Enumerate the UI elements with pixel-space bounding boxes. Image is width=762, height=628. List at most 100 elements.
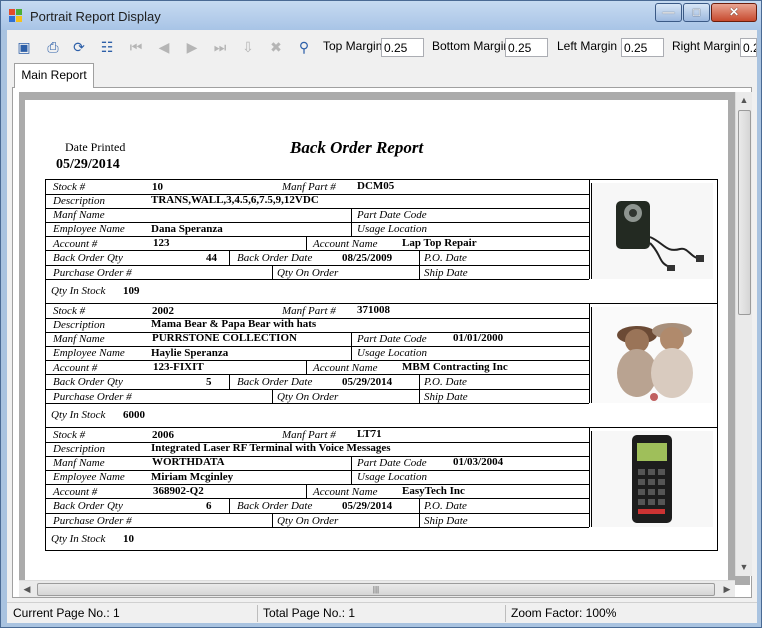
status-bar: Current Page No.: 1 Total Page No.: 1 Zo… — [7, 602, 757, 623]
field-label: Qty On Order — [277, 391, 339, 403]
field-value: 109 — [123, 285, 140, 297]
report-title: Back Order Report — [290, 138, 424, 157]
grid-line — [272, 513, 273, 527]
report-viewer: Date Printed 05/29/2014 Back Order Repor… — [19, 92, 750, 585]
field-label: Account # — [53, 486, 98, 498]
next-page-icon[interactable]: ▶ — [183, 39, 201, 55]
field-label: Usage Location — [357, 347, 427, 359]
field-value: MBM Contracting Inc — [402, 361, 508, 373]
field-label: Qty In Stock — [51, 285, 106, 297]
grid-line — [46, 236, 589, 237]
horizontal-scroll-thumb[interactable]: ||| — [37, 583, 715, 596]
bottom-margin-input[interactable] — [505, 38, 548, 57]
field-label: Part Date Code — [357, 333, 427, 345]
rf-terminal-photo — [592, 431, 713, 527]
field-label: Back Order Date — [237, 252, 313, 264]
tree-icon[interactable]: ☷ — [98, 39, 116, 55]
prev-page-icon[interactable]: ◀ — [155, 39, 173, 55]
goto-page-icon[interactable]: ⇩ — [239, 39, 257, 55]
grid-line — [46, 484, 589, 485]
grid-line — [46, 442, 589, 443]
grid-line — [272, 265, 273, 279]
left-margin-input[interactable] — [621, 38, 664, 57]
scroll-down-icon[interactable]: ▼ — [736, 559, 752, 575]
field-value: Integrated Laser RF Terminal with Voice … — [151, 442, 391, 454]
stop-icon[interactable]: ✖ — [267, 39, 285, 55]
right-margin-input[interactable] — [740, 38, 757, 57]
field-label: Stock # — [53, 305, 86, 317]
close-icon: ✕ — [728, 5, 740, 19]
product-image — [591, 431, 713, 527]
field-label: Qty In Stock — [51, 409, 106, 421]
field-label: Back Order Date — [237, 500, 313, 512]
refresh-icon[interactable]: ⟳ — [70, 39, 88, 55]
close-button[interactable]: ✕ — [711, 3, 757, 22]
print-icon[interactable]: ⎙ — [44, 39, 62, 55]
grid-line — [46, 527, 589, 528]
field-value: Dana Speranza — [151, 223, 223, 235]
find-icon[interactable]: ⚲ — [295, 39, 313, 55]
top-margin-input[interactable] — [381, 38, 424, 57]
tab-main-report[interactable]: Main Report — [14, 63, 94, 88]
field-value: 08/25/2009 — [342, 252, 393, 264]
field-label: Back Order Qty — [53, 252, 123, 264]
field-label: Manf Name — [53, 209, 105, 221]
grid-line — [46, 250, 589, 251]
product-image — [591, 307, 713, 403]
window-title: Portrait Report Display — [30, 9, 161, 24]
status-divider — [505, 605, 506, 622]
scroll-up-icon[interactable]: ▲ — [736, 92, 752, 108]
last-page-icon[interactable]: ⏭ — [211, 39, 229, 55]
field-label: Stock # — [53, 429, 86, 441]
first-page-icon[interactable]: ⏮ — [127, 39, 145, 55]
grid-line — [46, 403, 589, 404]
grid-line — [419, 498, 420, 513]
maximize-button[interactable]: □ — [683, 3, 710, 22]
grid-line — [306, 236, 307, 250]
field-value: 01/03/2004 — [453, 456, 504, 468]
minimize-button[interactable]: — — [655, 3, 682, 22]
field-value: DCM05 — [357, 180, 395, 192]
field-value: 5 — [206, 376, 212, 388]
horizontal-scrollbar[interactable]: ◀ ||| ▶ — [19, 580, 735, 597]
grid-line — [419, 265, 420, 279]
field-label: Purchase Order # — [53, 391, 132, 403]
grid-line — [46, 194, 589, 195]
app-icon — [9, 9, 22, 22]
field-value: TRANS,WALL,3,4.5,6,7.5,9,12VDC — [151, 194, 319, 206]
vertical-scroll-thumb[interactable] — [738, 110, 751, 315]
title-bar[interactable]: Portrait Report Display — □ ✕ — [1, 1, 761, 30]
grid-line — [419, 250, 420, 265]
field-value: 44 — [206, 252, 217, 264]
grid-line — [351, 208, 352, 237]
field-value: 368902-Q2 — [153, 485, 204, 497]
scroll-right-icon[interactable]: ▶ — [719, 581, 735, 597]
field-label: Qty On Order — [277, 267, 339, 279]
right-margin-label: Right Margin — [672, 39, 741, 53]
grid-line — [272, 389, 273, 403]
field-value: Miriam Mcginley — [151, 471, 234, 483]
field-value: Mama Bear & Papa Bear with hats — [151, 318, 317, 330]
report-record: Stock # Manf Part # Description Manf Name Pa… — [45, 179, 718, 303]
field-value: 01/01/2000 — [453, 332, 504, 344]
grid-line — [229, 250, 230, 265]
field-label: Employee Name — [53, 347, 125, 359]
field-label: Account # — [53, 238, 98, 250]
export-icon[interactable]: ▣ — [15, 39, 33, 55]
power-adapter-photo — [592, 183, 713, 279]
grid-line — [46, 318, 589, 319]
app-window: Portrait Report Display — □ ✕ ▣ ⎙ ⟳ ☷ ⏮ … — [0, 0, 762, 628]
grid-line — [306, 360, 307, 374]
grid-line — [46, 513, 589, 514]
scroll-left-icon[interactable]: ◀ — [19, 581, 35, 597]
field-label: Description — [53, 195, 105, 207]
grid-line — [46, 208, 589, 209]
field-value: LT71 — [357, 428, 382, 440]
field-value: Lap Top Repair — [402, 237, 477, 249]
vertical-scrollbar[interactable]: ▲ ▼ — [735, 92, 752, 576]
field-label: Account Name — [313, 238, 378, 250]
product-image — [591, 183, 713, 279]
field-value: 6000 — [123, 409, 145, 421]
grid-line — [419, 374, 420, 389]
minimize-icon: — — [662, 5, 675, 19]
